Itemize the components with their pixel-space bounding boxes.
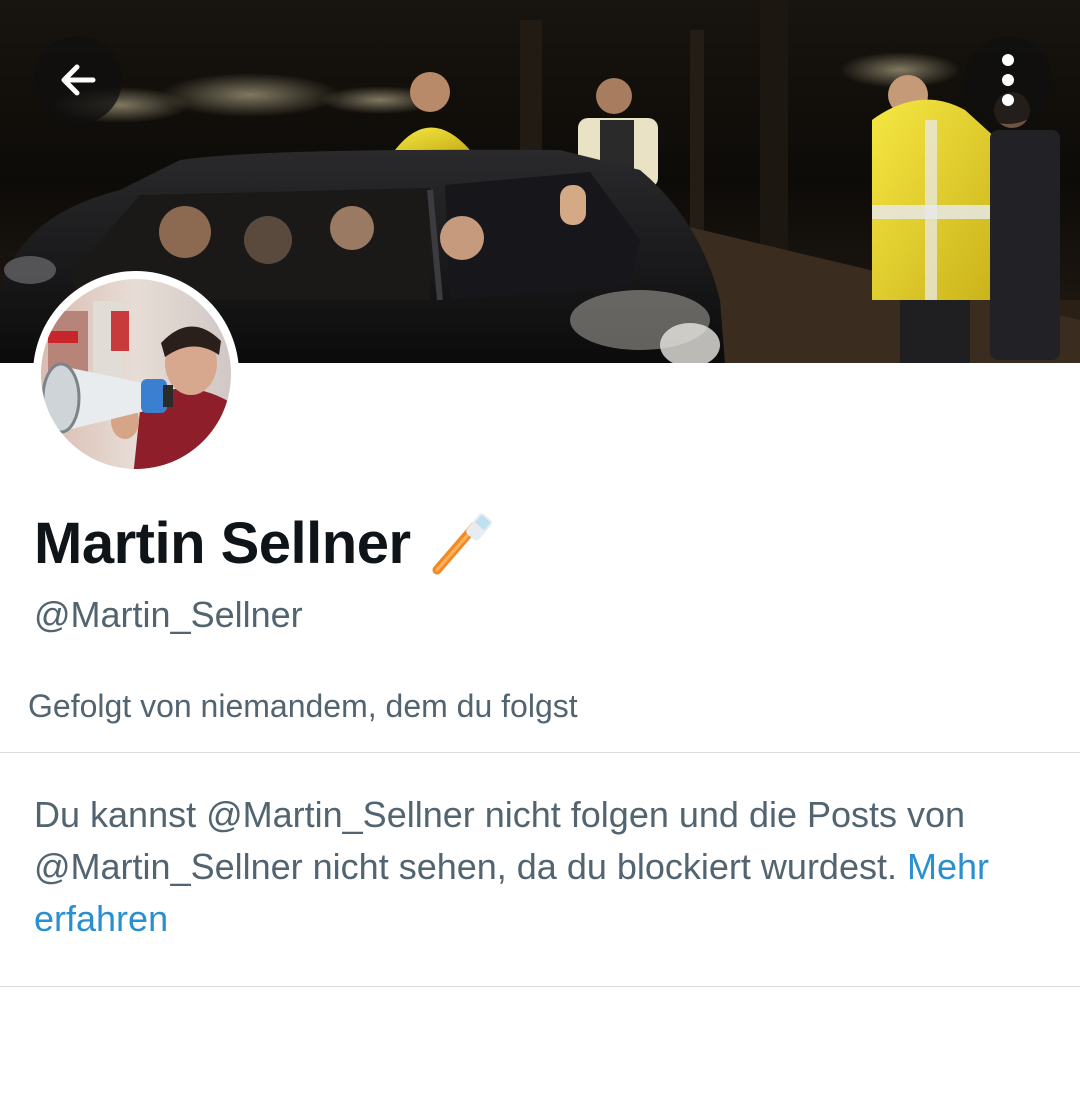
blocked-notice: Du kannst @Martin_Sellner nicht folgen u… (34, 789, 1034, 945)
profile-avatar[interactable] (33, 271, 239, 477)
display-name-text: Martin Sellner (34, 510, 411, 576)
profile-display-name: Martin Sellner (34, 505, 495, 581)
followed-by-text[interactable]: Gefolgt von niemandem, dem du folgst (28, 688, 578, 725)
more-vertical-icon (1002, 54, 1014, 106)
profile-handle: @Martin_Sellner (34, 594, 303, 635)
divider (0, 986, 1080, 987)
toothbrush-icon (429, 510, 495, 576)
back-button[interactable] (34, 36, 122, 124)
profile-page: Martin Sellner @Martin_Sellner Gefolgt v… (0, 0, 1080, 1102)
divider (0, 752, 1080, 753)
blocked-notice-text: Du kannst @Martin_Sellner nicht folgen u… (34, 794, 966, 887)
avatar-photo (41, 279, 231, 469)
arrow-left-icon (61, 64, 96, 96)
more-options-button[interactable] (964, 36, 1052, 124)
